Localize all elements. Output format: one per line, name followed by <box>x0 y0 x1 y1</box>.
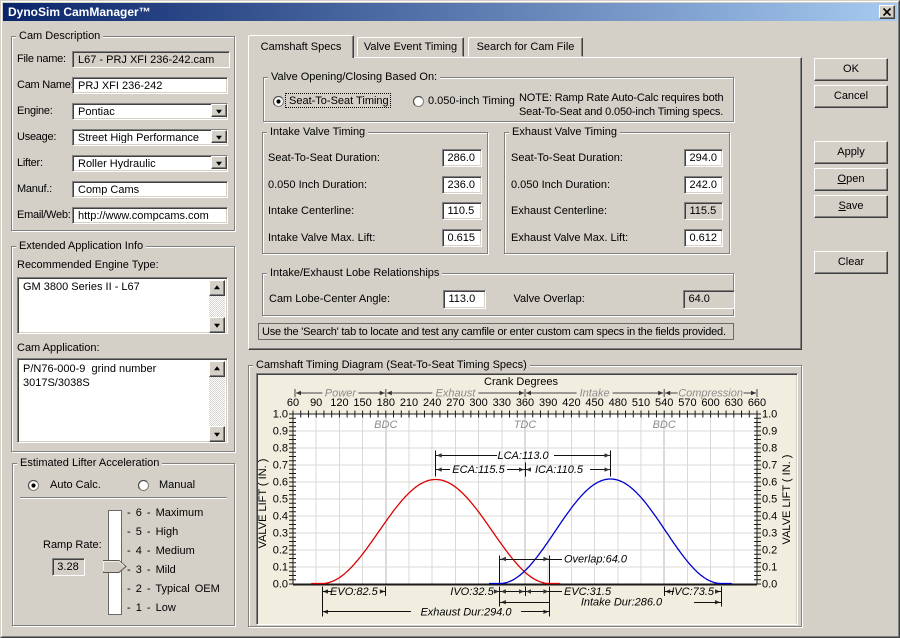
svg-text:EVO:82.5: EVO:82.5 <box>330 586 379 598</box>
svg-text:IVC:73.5: IVC:73.5 <box>671 586 715 598</box>
svg-text:510: 510 <box>632 397 650 409</box>
svg-text:420: 420 <box>562 397 580 409</box>
svg-text:Power: Power <box>325 388 358 400</box>
svg-text:0.6: 0.6 <box>762 477 777 489</box>
svg-text:0.5: 0.5 <box>273 494 288 506</box>
svg-text:LCA:113.0: LCA:113.0 <box>498 450 550 462</box>
svg-text:Crank Degrees: Crank Degrees <box>484 376 558 388</box>
svg-text:Overlap:64.0: Overlap:64.0 <box>564 554 628 566</box>
svg-text:210: 210 <box>400 397 418 409</box>
svg-text:150: 150 <box>353 397 371 409</box>
svg-text:0.9: 0.9 <box>273 426 288 438</box>
svg-text:0.4: 0.4 <box>762 511 777 523</box>
svg-text:ICA:110.5: ICA:110.5 <box>535 464 584 476</box>
svg-text:540: 540 <box>655 397 673 409</box>
svg-text:0.3: 0.3 <box>762 528 777 540</box>
svg-text:0.0: 0.0 <box>762 579 777 591</box>
svg-text:60: 60 <box>287 397 299 409</box>
svg-text:360: 360 <box>516 397 534 409</box>
svg-text:0.8: 0.8 <box>762 443 777 455</box>
svg-text:BDC: BDC <box>374 419 397 431</box>
svg-text:660: 660 <box>748 397 766 409</box>
svg-text:390: 390 <box>539 397 557 409</box>
svg-text:0.7: 0.7 <box>762 460 777 472</box>
svg-text:Intake: Intake <box>580 388 610 400</box>
svg-text:0.7: 0.7 <box>273 460 288 472</box>
svg-text:VALVE LIFT ( IN. ): VALVE LIFT ( IN. ) <box>258 459 269 549</box>
svg-text:0.1: 0.1 <box>273 562 288 574</box>
svg-text:0.6: 0.6 <box>273 477 288 489</box>
svg-text:TDC: TDC <box>514 419 537 431</box>
svg-text:90: 90 <box>310 397 322 409</box>
svg-text:BDC: BDC <box>653 419 676 431</box>
svg-text:180: 180 <box>377 397 395 409</box>
svg-text:IVO:32.5: IVO:32.5 <box>450 586 494 598</box>
svg-text:480: 480 <box>609 397 627 409</box>
svg-text:0.4: 0.4 <box>273 511 288 523</box>
svg-text:Exhaust: Exhaust <box>436 388 477 400</box>
svg-text:0.9: 0.9 <box>762 426 777 438</box>
svg-text:1.0: 1.0 <box>762 409 777 421</box>
svg-text:0.8: 0.8 <box>273 443 288 455</box>
svg-text:ECA:115.5: ECA:115.5 <box>452 464 505 476</box>
svg-text:0.2: 0.2 <box>273 545 288 557</box>
svg-text:Intake Dur:286.0: Intake Dur:286.0 <box>581 597 663 609</box>
svg-text:Exhaust Dur:294.0: Exhaust Dur:294.0 <box>420 606 512 618</box>
svg-text:0.1: 0.1 <box>762 562 777 574</box>
svg-text:Compression: Compression <box>678 388 743 400</box>
svg-text:1.0: 1.0 <box>273 409 288 421</box>
svg-text:0.0: 0.0 <box>273 579 288 591</box>
svg-text:0.3: 0.3 <box>273 528 288 540</box>
svg-text:330: 330 <box>493 397 511 409</box>
svg-text:VALVE LIFT ( IN. ): VALVE LIFT ( IN. ) <box>781 455 793 545</box>
svg-text:0.2: 0.2 <box>762 545 777 557</box>
svg-text:0.5: 0.5 <box>762 494 777 506</box>
